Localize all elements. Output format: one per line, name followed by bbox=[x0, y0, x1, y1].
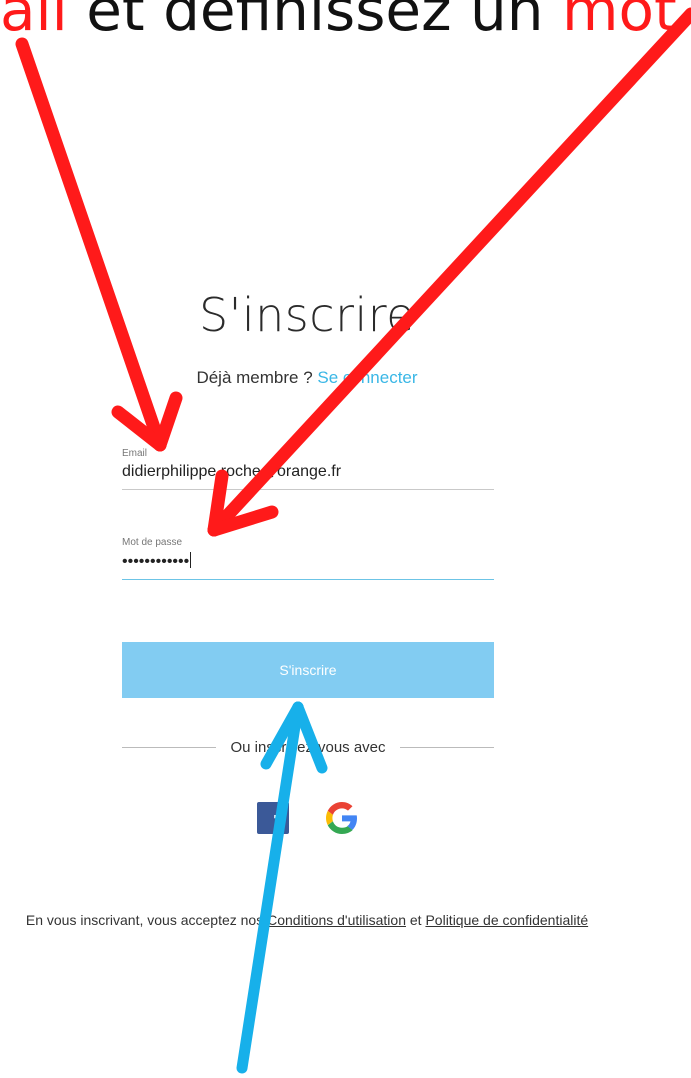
page-title: S'inscrire bbox=[199, 288, 415, 342]
divider-line-right bbox=[399, 746, 494, 748]
privacy-link[interactable]: Politique de confidentialité bbox=[425, 912, 588, 928]
password-label: Mot de passe bbox=[122, 537, 183, 548]
divider-line-left bbox=[122, 746, 217, 748]
divider-text: Ou inscrivez-vous avec bbox=[230, 738, 386, 756]
signup-button[interactable]: S'inscrire bbox=[122, 642, 494, 698]
blue-arrow-signup bbox=[236, 701, 328, 1074]
text-caret bbox=[190, 552, 192, 568]
email-field[interactable]: Email didierphilippe.roche@orange.fr bbox=[122, 448, 494, 490]
google-login-button[interactable] bbox=[326, 802, 358, 834]
email-value: didierphilippe.roche@orange.fr bbox=[122, 463, 342, 480]
email-input[interactable]: didierphilippe.roche@orange.fr bbox=[122, 459, 494, 490]
login-link[interactable]: Se connecter bbox=[317, 368, 417, 387]
facebook-icon: f bbox=[273, 806, 285, 836]
password-input[interactable]: •••••••••••• bbox=[122, 548, 494, 580]
member-prompt-line: Déjà membre ? Se connecter bbox=[0, 368, 614, 388]
google-icon bbox=[326, 802, 357, 834]
instruction-banner: ail et définissez un mot d bbox=[0, 0, 691, 42]
email-label: Email bbox=[122, 448, 148, 459]
banner-red-text-1: ail bbox=[0, 0, 68, 42]
legal-conjunction: et bbox=[405, 912, 426, 928]
legal-prefix: En vous inscrivant, vous acceptez nos bbox=[25, 912, 268, 928]
password-field[interactable]: Mot de passe •••••••••••• bbox=[122, 537, 494, 580]
banner-black-text: et définissez un bbox=[67, 0, 562, 42]
member-prompt: Déjà membre ? bbox=[196, 368, 318, 387]
social-divider: Ou inscrivez-vous avec bbox=[122, 737, 494, 757]
password-value: •••••••••••• bbox=[122, 553, 190, 570]
terms-link[interactable]: Conditions d'utilisation bbox=[267, 912, 406, 928]
facebook-login-button[interactable]: f bbox=[257, 802, 289, 834]
banner-red-text-2: mot d bbox=[561, 0, 691, 42]
legal-notice: En vous inscrivant, vous acceptez nos Co… bbox=[0, 906, 614, 934]
